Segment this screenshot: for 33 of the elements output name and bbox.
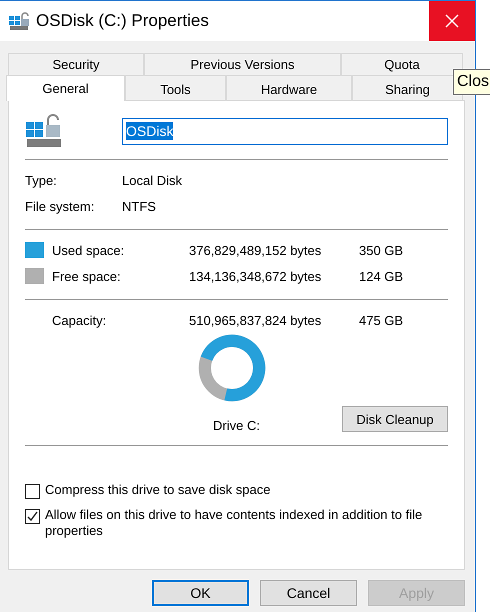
checkbox-label: Allow files on this drive to have contents indexed in addition to file properties <box>45 507 424 539</box>
dialog-button[interactable]: OK <box>152 580 249 606</box>
tab[interactable]: Quota <box>341 53 463 75</box>
tab[interactable]: Previous Versions <box>144 53 341 75</box>
info-label: Type: <box>25 172 58 188</box>
capacity-label: Capacity: <box>52 312 108 328</box>
capacity-size: 475 GB <box>359 312 404 328</box>
checkbox[interactable] <box>25 484 40 499</box>
disk-cleanup-button[interactable]: Disk Cleanup <box>342 406 448 432</box>
drive-label: Drive C: <box>213 418 260 432</box>
space-label: Used space: <box>52 242 126 258</box>
space-size: 350 GB <box>359 242 404 258</box>
space-size: 124 GB <box>359 268 404 284</box>
space-label: Free space: <box>52 268 122 284</box>
tab[interactable]: General <box>6 75 125 101</box>
checkbox[interactable] <box>25 509 40 524</box>
info-value: Local Disk <box>122 172 182 188</box>
disk-usage-drawing <box>198 334 265 402</box>
window-title: OSDisk (C:) Properties <box>36 11 210 31</box>
space-bytes: 376,829,489,152 bytes <box>189 242 322 258</box>
tooltip: Clos <box>453 69 490 95</box>
info-label: File system: <box>25 198 96 214</box>
tab[interactable]: Security <box>8 53 144 75</box>
dialog-button[interactable]: Cancel <box>260 580 357 606</box>
space-bytes: 134,136,348,672 bytes <box>189 268 322 284</box>
tab[interactable]: Tools <box>125 75 226 100</box>
drive-icon <box>8 11 30 31</box>
tab[interactable]: Hardware <box>226 75 352 100</box>
capacity-bytes: 510,965,837,824 bytes <box>189 312 322 328</box>
checkbox-label: Compress this drive to save disk space <box>45 482 272 498</box>
close-icon <box>445 14 459 28</box>
drive-name-field[interactable]: OSDisk <box>122 118 448 144</box>
info-value: NTFS <box>122 198 156 214</box>
